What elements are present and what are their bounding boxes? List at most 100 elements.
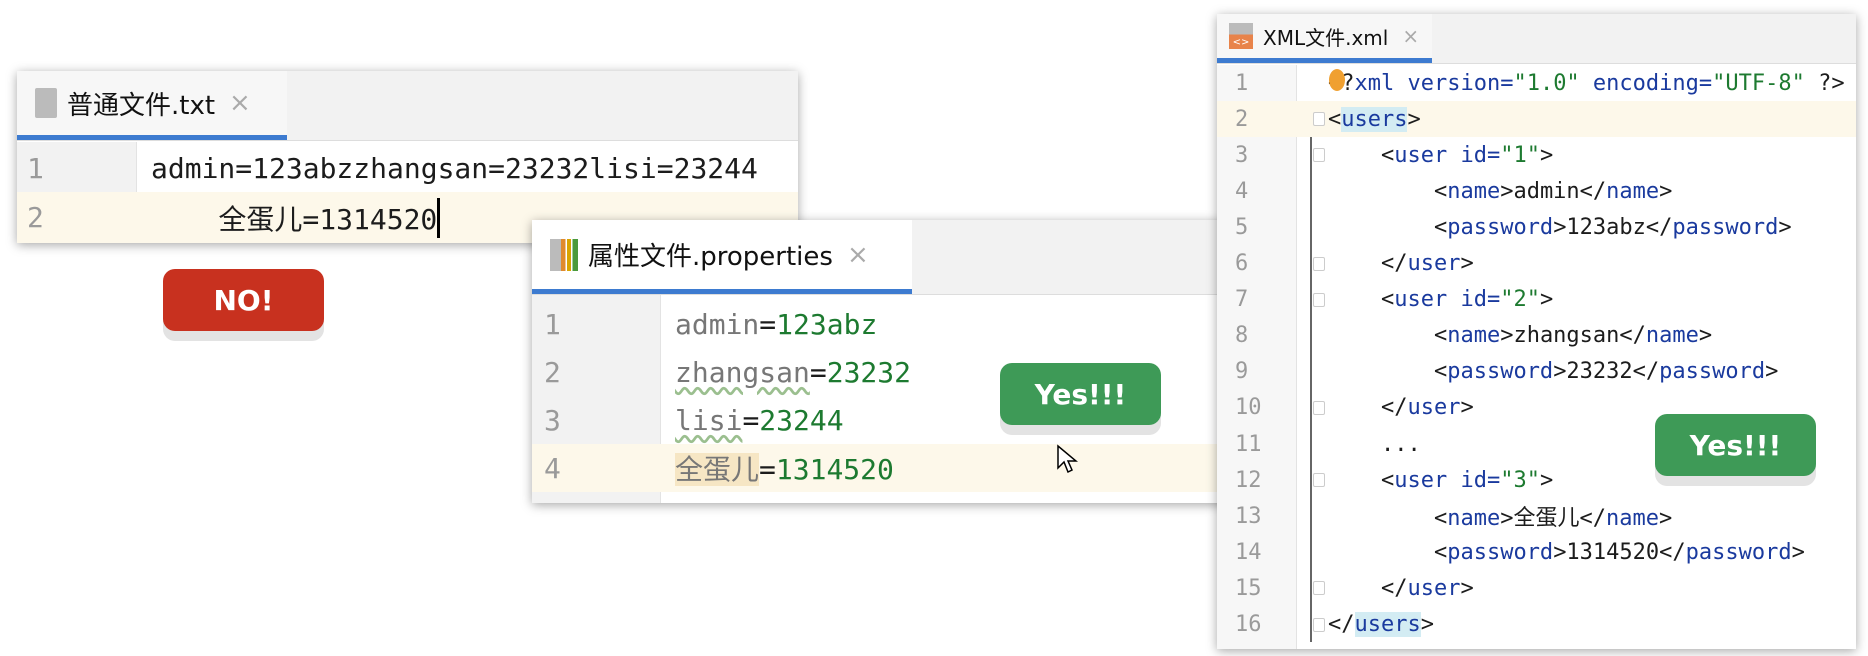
xml-text: <password>23232</password> [1328,359,1778,384]
property-key: lisi [675,403,743,437]
close-tab-icon[interactable]: × [229,88,251,118]
fold-close-icon[interactable] [1313,400,1325,415]
xml-token: name [1645,323,1699,349]
xml-text: <name>admin</name> [1328,179,1672,204]
txt-editor-panel: 普通文件.txt × 1 admin=123abzzhangsan=23232l… [17,71,798,243]
xml-token: user [1407,251,1461,276]
xml-line[interactable]: 3 <user id="1"> [1217,137,1856,173]
xml-text: <user id="1"> [1328,143,1553,168]
xml-token: user [1407,395,1461,421]
xml-token: "1.0" [1513,70,1580,96]
close-tab-icon[interactable]: × [847,240,869,270]
xml-line[interactable]: 2 <users> [1217,101,1856,138]
property-equals: = [759,307,777,341]
xml-token: < [1328,287,1395,313]
xml-token: user [1394,467,1461,493]
xml-text: <user id="3"> [1328,468,1553,493]
xml-token: >全蛋儿</ [1500,506,1606,532]
tab-properties-file[interactable]: 属性文件.properties × [532,220,912,294]
lightbulb-icon[interactable] [1329,69,1345,91]
xml-text: ... [1328,432,1421,457]
xml-token: ... [1328,431,1421,457]
property-value: 23232 [826,355,912,389]
xml-token: > [1791,539,1805,565]
xml-token: password [1659,359,1766,385]
line-text: admin=123abzzhangsan=23232lisi=23244 [151,151,758,185]
fold-close-icon[interactable] [1313,617,1325,632]
property-line[interactable]: 1 admin=123abz [532,300,1232,348]
xml-line[interactable]: 9 <password>23232</password> [1217,354,1856,390]
fold-close-icon[interactable] [1313,581,1325,596]
fold-open-icon[interactable] [1313,292,1325,307]
xml-token: users [1341,106,1408,132]
xml-token: > [1460,575,1474,601]
fold-open-icon[interactable] [1313,112,1325,127]
xml-token: user [1407,575,1461,601]
xml-token: < [1328,359,1448,385]
xml-line[interactable]: 4 <name>admin</name> [1217,173,1856,209]
xml-token: password [1672,214,1779,240]
property-equals: = [742,403,760,437]
xml-token: name [1606,178,1660,204]
xml-token: ?> [1804,70,1845,96]
property-equals: = [809,355,827,389]
fold-close-icon[interactable] [1313,256,1325,271]
fold-open-icon[interactable] [1313,473,1325,488]
property-key: zhangsan [675,355,810,389]
property-line[interactable]: 4 全蛋儿=1314520 [532,444,1232,492]
properties-file-icon [550,238,578,271]
xml-line[interactable]: 8 <name>zhangsan</name> [1217,318,1856,354]
line-number: 9 [1235,359,1249,385]
xml-token: > [1539,467,1554,493]
xml-token: > [1778,214,1792,240]
properties-editor-panel: 属性文件.properties × 1 admin=123abz 2 zhangsan… [532,220,1232,503]
xml-text: </users> [1328,612,1434,637]
xml-token: "1" [1500,142,1540,168]
mouse-cursor-icon [1057,444,1078,474]
code-line[interactable]: 1 admin=123abzzhangsan=23232lisi=23244 [17,144,798,192]
fold-open-icon[interactable] [1313,148,1325,163]
tab-bar: 属性文件.properties × [532,220,1232,295]
xml-text: <name>全蛋儿</name> [1328,500,1672,532]
tab-label: XML文件.xml [1263,25,1389,50]
xml-line[interactable]: 1 <?xml version="1.0" encoding="UTF-8" ?> [1217,65,1856,101]
line-number: 5 [1235,214,1249,240]
xml-token: > [1420,612,1434,637]
xml-token: < [1328,142,1395,168]
xml-token: < [1328,467,1395,493]
xml-token: users [1354,612,1421,637]
tab-xml-file[interactable]: <> XML文件.xml × [1217,14,1432,63]
xml-token: >1314520</ [1553,539,1686,565]
xml-text: </user> [1328,251,1474,276]
xml-line[interactable]: 15 </user> [1217,570,1856,606]
close-tab-icon[interactable]: × [1402,24,1419,48]
xml-line[interactable]: 7 <user id="2"> [1217,282,1856,318]
line-number: 12 [1235,467,1262,493]
xml-line[interactable]: 13 <name>全蛋儿</name> [1217,498,1856,534]
xml-line[interactable]: 6 </user> [1217,246,1856,282]
xml-text: <name>zhangsan</name> [1328,323,1712,348]
xml-token: < [1328,506,1448,532]
xml-line[interactable]: 14 <password>1314520</password> [1217,534,1856,570]
xml-token: >23232</ [1553,359,1660,385]
line-number: 14 [1235,539,1262,565]
yes-badge-xml: Yes!!! [1655,414,1816,476]
xml-editor-panel: <> XML文件.xml × 1<?xml version="1.0" enco… [1217,14,1856,649]
property-text: lisi=23244 [675,404,844,437]
line-number: 7 [1235,287,1249,313]
xml-token: >admin</ [1500,178,1607,204]
xml-line[interactable]: 5 <password>123abz</password> [1217,209,1856,245]
xml-line[interactable]: 16 </users> [1217,607,1856,643]
property-text: zhangsan=23232 [675,356,911,389]
xml-token: < [1328,323,1448,349]
xml-token: > [1460,395,1474,421]
xml-text: </user> [1328,395,1474,420]
tab-bar: <> XML文件.xml × [1217,14,1856,64]
xml-token: "UTF-8" [1712,70,1805,96]
line-number: 1 [1235,70,1249,96]
line-number: 3 [544,403,561,437]
xml-token: password [1447,359,1554,385]
property-equals: = [759,453,776,486]
line-number: 4 [1235,178,1249,204]
tab-txt-file[interactable]: 普通文件.txt × [17,71,287,140]
